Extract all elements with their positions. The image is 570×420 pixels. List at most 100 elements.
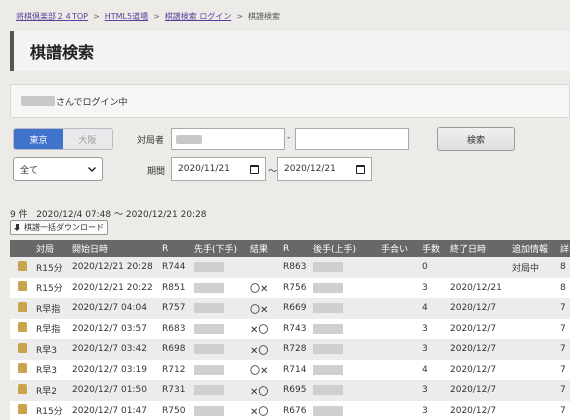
breadcrumb-current: 棋譜検索 <box>248 12 281 21</box>
breadcrumb-link-login[interactable]: 棋譜検索 ログイン <box>165 12 232 21</box>
cell-r2: R863 <box>281 257 311 278</box>
table-row[interactable]: R早3 2020/12/7 03:42 R698 ✕〇 R728 3 2020/12/7 7 <box>10 339 570 360</box>
kifu-bag-icon[interactable] <box>18 363 27 374</box>
table-header-row: 対局 開始日時 R 先手(下手) 結果 R 後手(上手) 手合い 手数 終了日時 追加情報詳 <box>10 240 570 257</box>
tilde-separator: ～ <box>268 167 278 177</box>
gote-player-cell <box>311 257 379 278</box>
redacted-player-name <box>313 303 343 313</box>
column-header[interactable]: R <box>160 240 192 257</box>
date-to-input[interactable]: 2020/12/21 <box>277 157 372 181</box>
kifu-icon-cell <box>10 318 34 339</box>
cell-info <box>510 359 558 380</box>
region-tab-osaka[interactable]: 大阪 <box>63 129 112 149</box>
column-header[interactable]: R <box>281 240 311 257</box>
column-header[interactable]: 手数 <box>420 240 448 257</box>
calendar-icon[interactable] <box>356 164 365 174</box>
table-row[interactable]: R早2 2020/12/7 01:50 R731 ✕〇 R695 3 2020/12/7 7 <box>10 380 570 401</box>
breadcrumb-separator: > <box>93 12 100 21</box>
sente-player-cell <box>192 359 248 380</box>
region-tab-tokyo[interactable]: 東京 <box>14 129 63 149</box>
search-button[interactable]: 検索 <box>437 127 515 151</box>
column-header[interactable]: 手合い <box>379 240 420 257</box>
cell-result: ✕〇 <box>248 400 281 420</box>
redacted-player-name <box>313 385 343 395</box>
kifu-bag-icon[interactable] <box>18 383 27 394</box>
redacted-player-name <box>313 364 343 375</box>
page-title: 棋譜検索 <box>30 43 95 62</box>
column-header[interactable]: 先手(下手) <box>192 240 248 257</box>
cell-game: R15分 <box>34 257 70 278</box>
gote-player-cell <box>311 298 379 319</box>
cell-handicap <box>379 359 420 380</box>
cell-r1: R698 <box>160 339 192 360</box>
kifu-table: 対局 開始日時 R 先手(下手) 結果 R 後手(上手) 手合い 手数 終了日時 追加情報詳 R15… <box>10 240 570 420</box>
column-header[interactable]: 追加情報 <box>510 240 558 257</box>
column-header[interactable]: 終了日時 <box>448 240 510 257</box>
table-row[interactable]: R早指 2020/12/7 03:57 R683 ✕〇 R743 3 2020/12/7 7 <box>10 318 570 339</box>
date-from-value: 2020/11/21 <box>178 164 230 174</box>
game-type-select[interactable]: 全て <box>13 157 103 181</box>
cell-extra: 7 <box>558 380 570 401</box>
table-row[interactable]: R15分 2020/12/21 20:28 R744 R863 0 対局中 8 <box>10 257 570 278</box>
kifu-bag-icon[interactable] <box>18 281 27 292</box>
gote-player-cell <box>311 400 379 420</box>
cell-start: 2020/12/21 20:22 <box>70 277 160 298</box>
chevron-down-icon <box>88 166 96 172</box>
gote-player-cell <box>311 380 379 401</box>
cell-extra: 7 <box>558 339 570 360</box>
column-header[interactable]: 後手(上手) <box>311 240 379 257</box>
cell-end: 2020/12/7 <box>448 359 510 380</box>
player1-input[interactable] <box>171 128 285 150</box>
kifu-icon-cell <box>10 380 34 401</box>
cell-end: 2020/12/21 <box>448 277 510 298</box>
cell-handicap <box>379 257 420 278</box>
column-header[interactable]: 詳 <box>558 240 570 257</box>
column-header[interactable]: 開始日時 <box>70 240 160 257</box>
cell-r1: R731 <box>160 380 192 401</box>
page-title-bar: 棋譜検索 <box>10 31 570 71</box>
cell-game: R15分 <box>34 277 70 298</box>
calendar-icon[interactable] <box>250 164 259 174</box>
breadcrumb-link-html5[interactable]: HTML5道場 <box>105 12 148 21</box>
cell-start: 2020/12/7 01:47 <box>70 400 160 420</box>
cell-r1: R757 <box>160 298 192 319</box>
sente-player-cell <box>192 318 248 339</box>
kifu-bag-icon[interactable] <box>18 404 27 415</box>
kifu-icon-cell <box>10 298 34 319</box>
kifu-bag-icon[interactable] <box>18 301 27 312</box>
cell-info <box>510 318 558 339</box>
cell-extra: 7 <box>558 400 570 420</box>
cell-result: ✕〇 <box>248 380 281 401</box>
cell-game: R早指 <box>34 298 70 319</box>
sente-player-cell <box>192 339 248 360</box>
download-all-button[interactable]: 棋譜一括ダウンロード <box>10 220 108 235</box>
column-header[interactable] <box>10 240 34 257</box>
column-header[interactable]: 結果 <box>248 240 281 257</box>
cell-end: 2020/12/7 <box>448 400 510 420</box>
column-header[interactable]: 対局 <box>34 240 70 257</box>
redacted-player-name <box>194 303 224 313</box>
cell-r1: R683 <box>160 318 192 339</box>
cell-game: R早指 <box>34 318 70 339</box>
table-row[interactable]: R15分 2020/12/7 01:47 R750 ✕〇 R676 3 2020/12/7 7 <box>10 400 570 420</box>
cell-handicap <box>379 298 420 319</box>
table-row[interactable]: R早3 2020/12/7 03:19 R712 〇✕ R714 4 2020/12/7 7 <box>10 359 570 380</box>
cell-moves: 3 <box>420 380 448 401</box>
cell-handicap <box>379 277 420 298</box>
cell-r1: R851 <box>160 277 192 298</box>
cell-extra: 8 <box>558 277 570 298</box>
breadcrumb-link-top[interactable]: 将棋倶楽部２４TOP <box>16 12 88 21</box>
redacted-player-name <box>194 405 224 416</box>
sente-player-cell <box>192 277 248 298</box>
kifu-bag-icon[interactable] <box>18 260 27 271</box>
table-row[interactable]: R早指 2020/12/7 04:04 R757 〇✕ R669 4 2020/12/7 7 <box>10 298 570 319</box>
kifu-bag-icon[interactable] <box>18 322 27 333</box>
cell-info <box>510 277 558 298</box>
table-row[interactable]: R15分 2020/12/21 20:22 R851 〇✕ R756 3 2020/12/2… <box>10 277 570 298</box>
kifu-bag-icon[interactable] <box>18 342 27 353</box>
player2-input[interactable] <box>295 128 409 150</box>
result-range: 2020/12/4 07:48 ～ 2020/12/21 20:28 <box>36 210 207 220</box>
kifu-icon-cell <box>10 359 34 380</box>
cell-handicap <box>379 318 420 339</box>
date-from-input[interactable]: 2020/11/21 <box>171 157 266 181</box>
